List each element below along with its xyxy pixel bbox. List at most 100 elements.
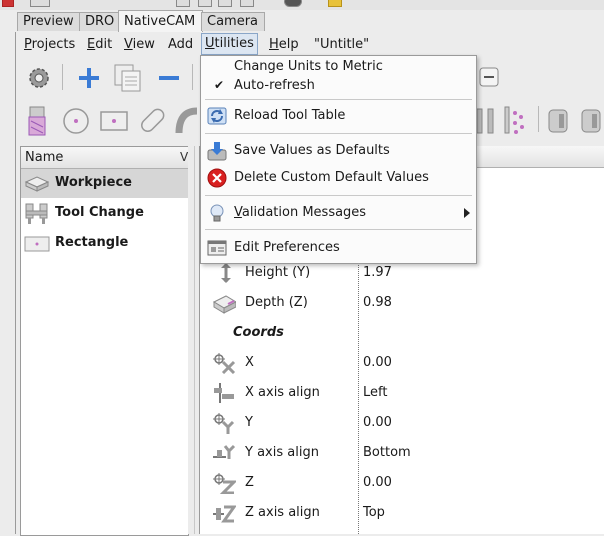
drill-bits-icon[interactable] — [474, 106, 498, 136]
menu-item-validation-messages[interactable]: Validation Messages — [201, 202, 476, 224]
add-icon[interactable] — [77, 66, 101, 90]
menu-edit[interactable]: Edit — [84, 34, 115, 55]
tap-icon[interactable] — [546, 106, 570, 136]
menu-item-auto-refresh[interactable]: ✔ Auto-refresh — [201, 75, 476, 97]
z-align-icon — [213, 505, 236, 523]
tree-item-tool-change[interactable]: Tool Change — [21, 199, 188, 228]
menu-view[interactable]: View — [121, 34, 158, 55]
prop-row-depth[interactable]: Depth (Z) 0.98 — [200, 288, 604, 318]
menu-separator — [205, 133, 472, 134]
rectangle-icon[interactable] — [99, 108, 129, 134]
clipped-icon — [176, 0, 190, 7]
arc-icon[interactable] — [175, 105, 199, 137]
menu-mnemonic: V — [124, 37, 133, 52]
prop-value[interactable]: Top — [363, 505, 385, 520]
slot-icon[interactable] — [137, 105, 167, 137]
clipped-icon — [284, 0, 302, 7]
tree-item-label: Rectangle — [55, 235, 129, 250]
z-coord-icon — [213, 473, 236, 494]
menu-item-reload-tool-table[interactable]: Reload Tool Table — [201, 105, 476, 127]
menu-item-label: Edit Preferences — [234, 240, 340, 255]
menu-projects[interactable]: Projects — [21, 34, 78, 55]
menu-item-save-defaults[interactable]: Save Values as Defaults — [201, 140, 476, 162]
clipped-icon — [328, 0, 342, 7]
prop-row-x-align[interactable]: X axis align Left — [200, 378, 604, 408]
menu-mnemonic: V — [234, 205, 242, 220]
prop-value[interactable]: 0.00 — [363, 475, 392, 490]
utilities-dropdown-menu: Change Units to Metric ✔ Auto-refresh Re… — [200, 55, 477, 264]
tree-header[interactable]: Name — [21, 147, 188, 169]
prop-value[interactable]: 0.00 — [363, 415, 392, 430]
y-coord-icon — [213, 413, 235, 434]
prop-value[interactable]: 0.00 — [363, 355, 392, 370]
save-icon — [207, 142, 227, 161]
menu-item-label: Auto-refresh — [234, 78, 315, 93]
menu-utilities[interactable]: Utilities — [201, 33, 258, 55]
prop-value[interactable]: Bottom — [363, 445, 411, 460]
menu-label: tilities — [214, 36, 254, 51]
menu-separator — [205, 195, 472, 196]
menu-item-edit-preferences[interactable]: Edit Preferences — [201, 237, 476, 259]
menu-item-label-rest: alidation Messages — [241, 205, 367, 220]
prop-name: Y — [245, 415, 253, 430]
collapse-icon[interactable] — [479, 67, 499, 87]
remove-icon[interactable] — [157, 66, 181, 90]
tree-header-value: V — [180, 150, 189, 164]
height-icon — [221, 263, 231, 283]
menu-label: iew — [132, 37, 155, 52]
toolbar-separator — [62, 64, 63, 90]
clipped-icon — [198, 0, 212, 7]
prop-row-z-align[interactable]: Z axis align Top — [200, 498, 604, 528]
project-tree[interactable]: Name Workpiece Tool Change Rectangle — [20, 146, 189, 536]
x-align-icon — [214, 383, 234, 403]
prop-row-z[interactable]: Z 0.00 — [200, 468, 604, 498]
prop-value[interactable]: 0.98 — [363, 295, 392, 310]
clipped-icon — [218, 0, 232, 7]
menu-item-label: Validation Messages — [234, 205, 366, 220]
prop-row-y-align[interactable]: Y axis align Bottom — [200, 438, 604, 468]
prop-value[interactable]: Left — [363, 385, 387, 400]
thread-icon[interactable] — [579, 106, 603, 136]
tab-preview[interactable]: Preview — [17, 12, 81, 31]
prop-name: X — [245, 355, 254, 370]
prop-name: Y axis align — [245, 445, 319, 460]
tab-nativecam[interactable]: NativeCAM — [118, 10, 203, 32]
tree-item-workpiece[interactable]: Workpiece — [21, 169, 188, 198]
pane-splitter[interactable] — [188, 146, 195, 534]
endmill-icon[interactable] — [25, 105, 49, 137]
circle-icon[interactable] — [61, 106, 91, 136]
clipped-icon — [30, 0, 50, 7]
tree-item-rectangle[interactable]: Rectangle — [21, 229, 188, 258]
top-clipped-toolbar — [0, 0, 604, 10]
drill-pattern-icon[interactable] — [502, 105, 528, 137]
toolbar-separator — [192, 64, 193, 90]
submenu-arrow-icon — [464, 208, 470, 218]
delete-icon — [207, 168, 227, 188]
menu-add[interactable]: Add — [165, 34, 196, 55]
tab-camera[interactable]: Camera — [201, 12, 265, 31]
prop-row-x[interactable]: X 0.00 — [200, 348, 604, 378]
preferences-icon — [207, 240, 227, 256]
prop-row-y[interactable]: Y 0.00 — [200, 408, 604, 438]
menu-mnemonic: H — [269, 37, 279, 52]
y-align-icon — [213, 444, 236, 459]
menu-item-label: Delete Custom Default Values — [234, 170, 429, 185]
tool-change-icon — [25, 203, 48, 224]
x-coord-icon — [213, 353, 236, 374]
tree-header-name: Name — [25, 150, 64, 165]
prop-name: Z — [245, 475, 254, 490]
menu-mnemonic: U — [205, 36, 215, 51]
prop-value[interactable]: 1.97 — [363, 265, 392, 280]
menu-label: rojects — [31, 37, 76, 52]
menu-help[interactable]: Help — [266, 34, 302, 55]
settings-gear-icon[interactable] — [25, 64, 53, 92]
menu-item-delete-defaults[interactable]: Delete Custom Default Values — [201, 167, 476, 189]
menu-label: Add — [168, 37, 194, 52]
menu-label: elp — [278, 37, 299, 52]
project-name-label: "Untitle" — [314, 37, 370, 52]
depth-icon — [212, 295, 236, 314]
prop-name: Depth (Z) — [245, 295, 308, 310]
duplicate-icon[interactable] — [113, 63, 145, 93]
clipped-icon — [240, 0, 254, 7]
reload-icon — [207, 107, 227, 125]
